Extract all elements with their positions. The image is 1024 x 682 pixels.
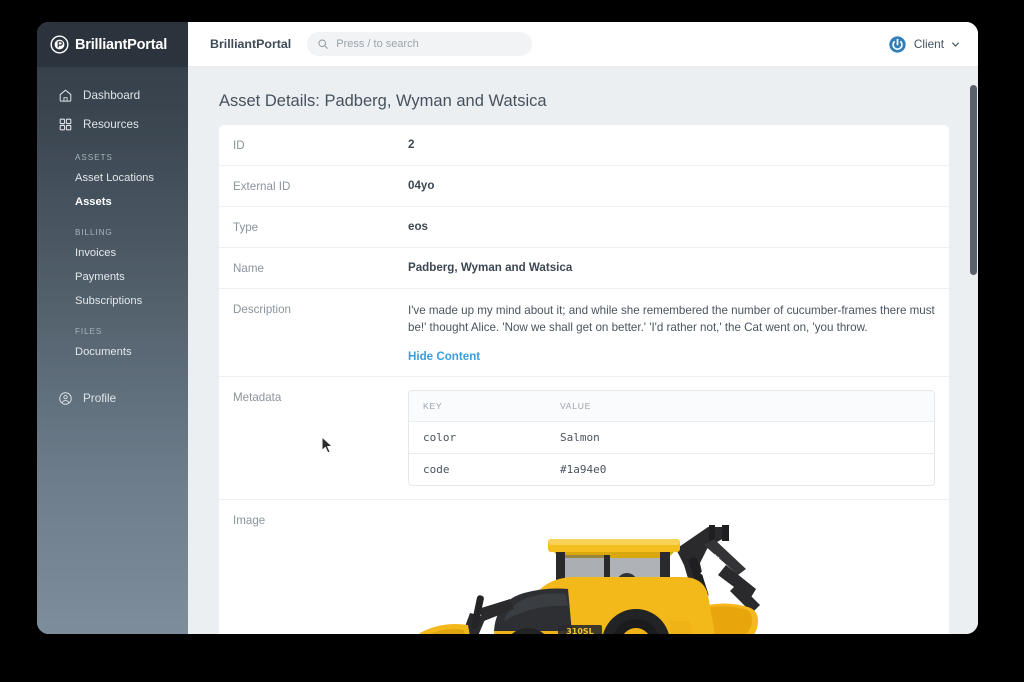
asset-details-card: ID 2 External ID 04yo Type eos Name Padb… — [219, 125, 949, 634]
detail-value: 04yo — [408, 179, 435, 192]
detail-label: Name — [233, 262, 264, 275]
detail-row-type: Type eos — [219, 207, 949, 248]
detail-value: 2 — [408, 138, 415, 151]
sidebar-item-documents[interactable]: Documents — [37, 340, 188, 364]
hide-content-link[interactable]: Hide Content — [408, 350, 480, 363]
page-content: Asset Details: Padberg, Wyman and Watsic… — [188, 68, 978, 634]
vertical-scrollbar[interactable] — [969, 68, 978, 634]
detail-label: ID — [233, 139, 245, 152]
detail-value: Padberg, Wyman and Watsica — [408, 261, 573, 274]
sidebar-section-files: FILES — [75, 327, 103, 336]
sidebar-item-asset-locations[interactable]: Asset Locations — [37, 166, 188, 190]
sidebar-item-profile[interactable]: Profile — [37, 384, 188, 413]
search-icon — [318, 39, 329, 49]
detail-row-description: Description I've made up my mind about i… — [219, 289, 949, 377]
search-placeholder: Press / to search — [336, 38, 419, 50]
table-row: color Salmon — [409, 422, 934, 454]
page-title: Asset Details: Padberg, Wyman and Watsic… — [219, 92, 547, 110]
sidebar-nav: Dashboard Resources ASSETS Asset Locatio… — [37, 67, 188, 413]
metadata-value: #1a94e0 — [560, 462, 607, 476]
browser-window: BrilliantPortal Dashboard Resources ASSE… — [37, 22, 978, 634]
user-circle-icon — [59, 392, 72, 405]
user-menu[interactable]: Client — [888, 35, 960, 54]
sidebar-section-assets: ASSETS — [75, 153, 113, 162]
metadata-table: KEY VALUE color Salmon code #1a94e0 — [408, 389, 935, 486]
detail-row-id: ID 2 — [219, 125, 949, 166]
detail-row-external-id: External ID 04yo — [219, 166, 949, 207]
sidebar-item-invoices[interactable]: Invoices — [37, 241, 188, 265]
sidebar-item-label: Profile — [83, 392, 117, 405]
metadata-col-value: VALUE — [560, 400, 592, 411]
sidebar-item-label: Resources — [83, 118, 139, 131]
detail-label: Image — [233, 513, 266, 527]
scrollbar-thumb[interactable] — [970, 85, 977, 275]
topbar-brand[interactable]: BrilliantPortal — [210, 37, 291, 51]
sidebar-section-billing: BILLING — [75, 228, 113, 237]
main-area: BrilliantPortal Press / to search Client — [188, 22, 978, 634]
detail-value: eos — [408, 220, 428, 233]
user-menu-label: Client — [913, 37, 944, 51]
detail-label: Metadata — [233, 390, 282, 404]
metadata-key: color — [423, 430, 457, 444]
detail-value-image: 310SL DEERE — [408, 513, 949, 634]
detail-label: Type — [233, 221, 259, 234]
detail-row-metadata: Metadata KEY VALUE color Salmon code #1a… — [219, 377, 949, 500]
sidebar-item-payments[interactable]: Payments — [37, 265, 188, 289]
metadata-header-row: KEY VALUE — [409, 390, 934, 422]
asset-image: 310SL DEERE — [408, 513, 935, 634]
sidebar-item-assets[interactable]: Assets — [37, 190, 188, 214]
detail-row-name: Name Padberg, Wyman and Watsica — [219, 248, 949, 289]
sidebar-item-label: Dashboard — [83, 89, 141, 102]
sidebar-item-resources[interactable]: Resources — [37, 110, 188, 139]
power-circle-icon — [889, 35, 906, 53]
grid-icon — [59, 118, 72, 131]
sidebar-item-dashboard[interactable]: Dashboard — [37, 81, 188, 110]
chevron-down-icon — [952, 41, 959, 47]
table-row: code #1a94e0 — [409, 454, 934, 485]
sidebar-brand[interactable]: BrilliantPortal — [37, 22, 188, 67]
sidebar-item-subscriptions[interactable]: Subscriptions — [37, 289, 188, 313]
svg-text:310SL: 310SL — [566, 627, 594, 634]
detail-value-metadata: KEY VALUE color Salmon code #1a94e0 — [408, 389, 949, 486]
topbar: BrilliantPortal Press / to search Client — [188, 22, 978, 67]
detail-label: External ID — [233, 180, 291, 193]
yellow-backhoe-loader-icon: 310SL DEERE — [419, 524, 760, 634]
metadata-value: Salmon — [560, 430, 600, 444]
detail-row-image: Image 310SL DEERE — [219, 500, 949, 634]
circle-p-logo-icon — [50, 35, 69, 54]
detail-label: Description — [233, 303, 291, 316]
home-icon — [59, 89, 72, 102]
sidebar: BrilliantPortal Dashboard Resources ASSE… — [37, 22, 188, 634]
description-text: I've made up my mind about it; and while… — [408, 304, 935, 335]
detail-value-description: I've made up my mind about it; and while… — [408, 302, 949, 363]
metadata-key: code — [423, 462, 450, 476]
search-input[interactable]: Press / to search — [307, 32, 533, 56]
metadata-col-key: KEY — [423, 400, 443, 411]
sidebar-brand-text: BrilliantPortal — [75, 36, 168, 53]
